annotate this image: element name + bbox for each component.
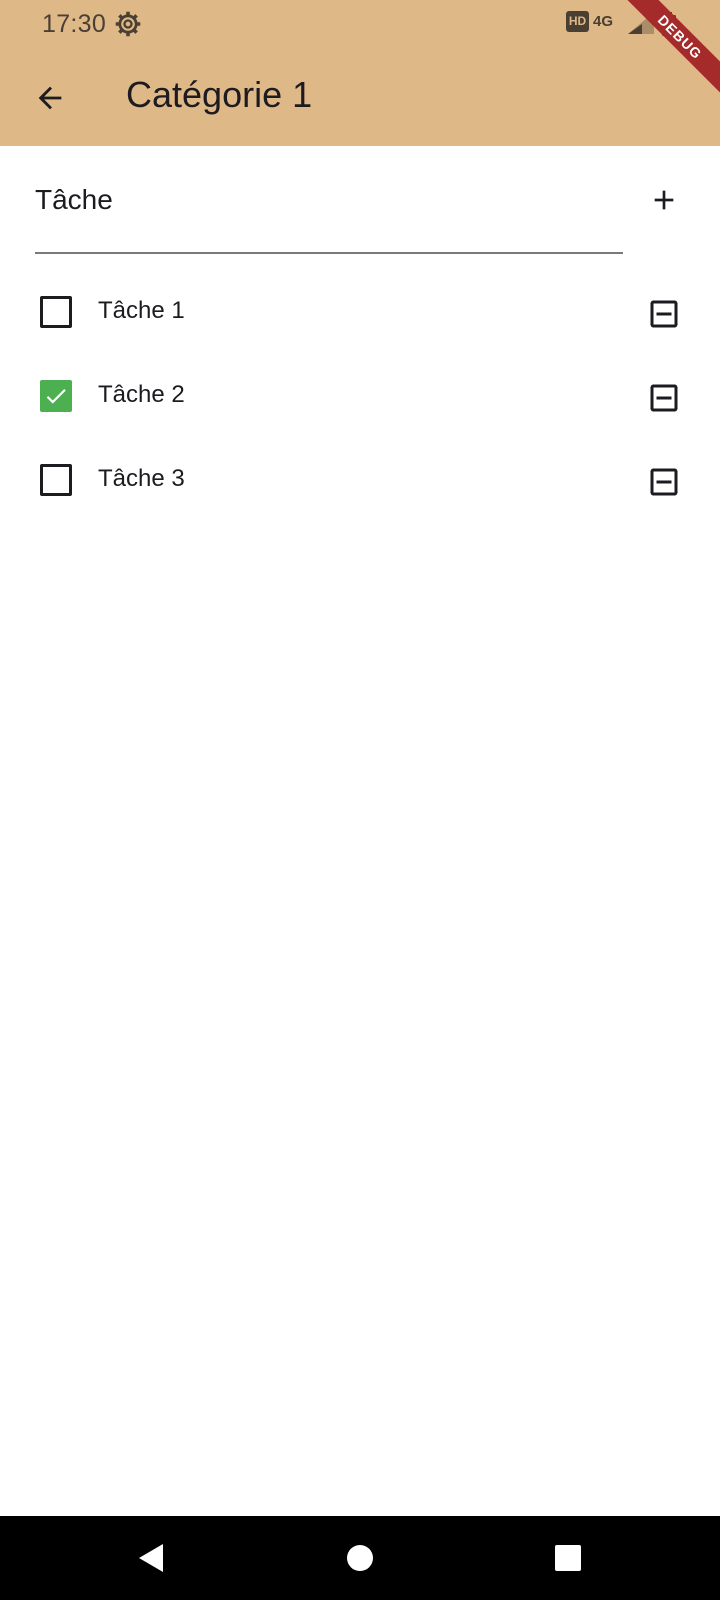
task-checkbox[interactable] xyxy=(40,380,72,412)
circle-home-icon[interactable] xyxy=(340,1538,380,1578)
task-checkbox[interactable] xyxy=(40,464,72,496)
status-bar: 17:30 HD 4G xyxy=(0,0,720,50)
back-button[interactable] xyxy=(22,70,78,126)
remove-task-button[interactable] xyxy=(646,464,682,500)
battery-icon xyxy=(662,12,676,36)
settings-gear-icon xyxy=(115,11,141,37)
task-input[interactable] xyxy=(35,178,595,222)
check-icon xyxy=(46,389,66,404)
add-task-button[interactable] xyxy=(636,172,692,228)
top-bar: 17:30 HD 4G DEBUG Catégorie 1 xyxy=(0,0,720,146)
remove-task-button[interactable] xyxy=(646,380,682,416)
square-recents-icon[interactable] xyxy=(548,1538,588,1578)
system-nav-bar xyxy=(0,1516,720,1600)
signal-icon xyxy=(628,12,654,34)
plus-icon xyxy=(654,190,674,210)
app-bar: Catégorie 1 xyxy=(0,50,720,146)
task-checkbox[interactable] xyxy=(40,296,72,328)
task-label: Tâche 2 xyxy=(98,381,185,408)
task-row: Tâche 1 xyxy=(0,270,720,354)
remove-task-button[interactable] xyxy=(646,296,682,332)
task-list: Tâche 1 Tâche 2 Tâche 3 xyxy=(0,270,720,522)
task-input-row xyxy=(35,170,623,254)
triangle-back-icon[interactable] xyxy=(131,1538,171,1578)
task-label: Tâche 3 xyxy=(98,465,185,492)
screen: 17:30 HD 4G DEBUG Catégorie 1 Tâche Tâch… xyxy=(0,0,720,1600)
arrow-back-icon xyxy=(38,86,62,110)
task-row: Tâche 2 xyxy=(0,354,720,438)
hd-badge: HD xyxy=(566,11,589,32)
network-type: 4G xyxy=(593,13,614,30)
task-label: Tâche 1 xyxy=(98,297,185,324)
page-title: Catégorie 1 xyxy=(126,74,313,115)
task-row: Tâche 3 xyxy=(0,438,720,522)
status-time: 17:30 xyxy=(42,10,107,38)
